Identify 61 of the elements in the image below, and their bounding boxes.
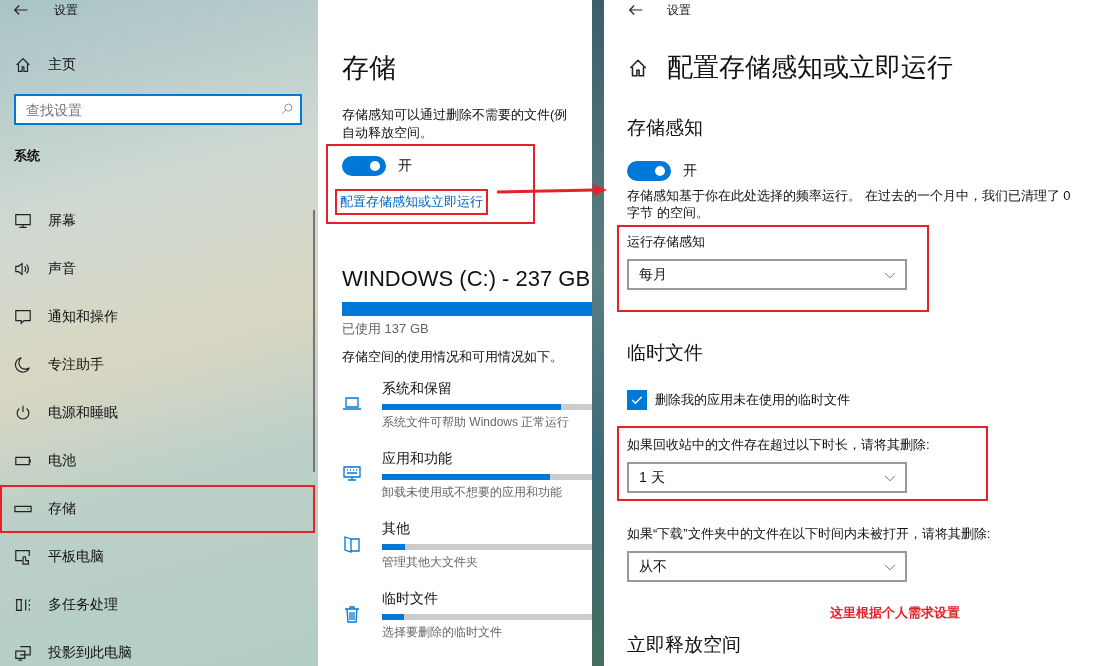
power-icon bbox=[14, 404, 32, 422]
window-title: 设置 bbox=[54, 1, 78, 19]
speech-bubble-icon bbox=[14, 308, 32, 326]
used-text: 已使用 137 GB bbox=[342, 320, 430, 338]
description-text: 自动释放空间。 bbox=[342, 124, 434, 142]
checkbox[interactable] bbox=[627, 390, 647, 410]
page-title: 配置存储感知或立即运行 bbox=[667, 51, 953, 84]
search-field[interactable]: 查找设置 bbox=[14, 94, 302, 125]
dropdown-label: 如果“下载”文件夹中的文件在以下时间内未被打开，请将其删除: bbox=[627, 525, 991, 543]
category-name[interactable]: 临时文件 bbox=[382, 590, 592, 608]
dropdown-label: 如果回收站中的文件存在超过以下时长，请将其删除: bbox=[627, 436, 930, 454]
category-detail: 选择要删除的临时文件 bbox=[382, 624, 503, 641]
dropdown-label: 运行存储感知 bbox=[627, 233, 706, 251]
drive-title: WINDOWS (C:) - 237 GB bbox=[342, 266, 592, 292]
tablet-touch-icon bbox=[14, 548, 32, 566]
sidebar-item[interactable]: 平板电脑 bbox=[0, 533, 315, 581]
toggle-label: 开 bbox=[398, 157, 412, 175]
speaker-icon bbox=[14, 260, 32, 278]
sidebar-item[interactable]: 专注助手 bbox=[0, 341, 315, 389]
home-link[interactable]: 主页 bbox=[0, 20, 318, 74]
projector-icon bbox=[14, 644, 32, 662]
folder-icon bbox=[342, 534, 362, 554]
moon-icon bbox=[14, 356, 32, 374]
multitask-icon bbox=[14, 596, 32, 614]
category-detail: 系统文件可帮助 Windows 正常运行 bbox=[382, 414, 571, 431]
sidebar-item[interactable]: 电源和睡眠 bbox=[0, 389, 315, 437]
configure-link[interactable]: 配置存储感知或立即运行 bbox=[336, 190, 487, 214]
section-heading: 存储感知 bbox=[627, 116, 704, 140]
section-heading: 临时文件 bbox=[627, 341, 704, 365]
search-icon[interactable] bbox=[280, 102, 294, 116]
duration-dropdown[interactable]: 1 天 bbox=[627, 462, 907, 493]
checkbox-label: 删除我的应用未在使用的临时文件 bbox=[655, 391, 850, 409]
category-detail: 卸载未使用或不想要的应用和功能 bbox=[382, 484, 563, 501]
toggle-switch[interactable] bbox=[342, 156, 386, 176]
toggle-label: 开 bbox=[683, 162, 697, 180]
home-icon bbox=[14, 56, 32, 74]
section-heading: 立即释放空间 bbox=[627, 633, 742, 657]
annotation-note: 这里根据个人需求设置 bbox=[830, 605, 960, 620]
description-text: 存储感知基于你在此处选择的频率运行。 在过去的一个月中，我们已清理了 0 字节 的空间。 bbox=[627, 187, 1072, 221]
sidebar-item[interactable]: 投影到此电脑 bbox=[0, 629, 315, 666]
section-heading: 系统 bbox=[13, 147, 41, 165]
duration-dropdown[interactable]: 从不 bbox=[627, 551, 907, 582]
sidebar-item[interactable]: 声音 bbox=[0, 245, 315, 293]
trash-icon bbox=[342, 604, 362, 624]
sidebar-item[interactable]: 通知和操作 bbox=[0, 293, 315, 341]
sidebar-item[interactable]: 存储 bbox=[0, 485, 315, 533]
sidebar-item[interactable]: 电池 bbox=[0, 437, 315, 485]
sidebar-item[interactable]: 屏幕 bbox=[0, 197, 315, 245]
toggle-switch[interactable] bbox=[627, 161, 671, 181]
category-name[interactable]: 应用和功能 bbox=[382, 450, 592, 468]
description-text: 存储感知可以通过删除不需要的文件(例 bbox=[342, 106, 569, 124]
category-detail: 管理其他大文件夹 bbox=[382, 554, 479, 571]
usage-note: 存储空间的使用情况和可用情况如下。 bbox=[342, 348, 564, 366]
page-title: 存储 bbox=[342, 52, 397, 85]
category-name[interactable]: 系统和保留 bbox=[382, 380, 592, 398]
frequency-dropdown[interactable]: 每月 bbox=[627, 259, 907, 290]
window-title: 设置 bbox=[667, 1, 691, 19]
sidebar-item[interactable]: 多任务处理 bbox=[0, 581, 315, 629]
monitor-icon bbox=[14, 212, 32, 230]
category-name[interactable]: 其他 bbox=[382, 520, 592, 538]
keyboard-monitor-icon bbox=[342, 464, 362, 484]
